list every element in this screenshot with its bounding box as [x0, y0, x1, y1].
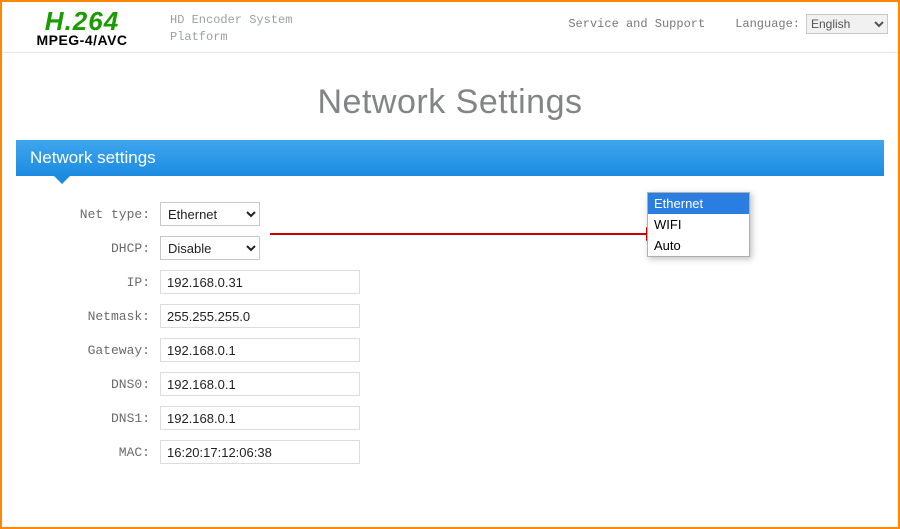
dns1-input[interactable] — [160, 406, 360, 430]
label-netmask: Netmask: — [20, 309, 160, 324]
gateway-input[interactable] — [160, 338, 360, 362]
label-net-type: Net type: — [20, 207, 160, 222]
dhcp-select[interactable]: Disable — [160, 236, 260, 260]
net-type-dropdown-popup[interactable]: Ethernet WIFI Auto — [647, 192, 750, 257]
header-right: Service and Support Language: English — [568, 14, 888, 34]
net-type-option-wifi[interactable]: WIFI — [648, 214, 749, 235]
row-mac: MAC: — [20, 440, 898, 464]
logo-sub: MPEG-4/AVC — [12, 32, 152, 48]
mac-input[interactable] — [160, 440, 360, 464]
section-header-text: Network settings — [30, 148, 156, 167]
service-support-link[interactable]: Service and Support — [568, 17, 705, 31]
label-dns0: DNS0: — [20, 377, 160, 392]
system-title-line1: HD Encoder System — [170, 12, 292, 29]
network-form: Net type: Ethernet DHCP: Disable IP: Net… — [16, 202, 898, 464]
row-net-type: Net type: Ethernet — [20, 202, 898, 226]
row-gateway: Gateway: — [20, 338, 898, 362]
page-title-wrap: Network Settings — [2, 83, 898, 122]
label-dns1: DNS1: — [20, 411, 160, 426]
row-dns1: DNS1: — [20, 406, 898, 430]
label-mac: MAC: — [20, 445, 160, 460]
app-window: H.264 MPEG-4/AVC HD Encoder System Platf… — [0, 0, 900, 529]
net-type-option-ethernet[interactable]: Ethernet — [648, 193, 749, 214]
logo-main: H.264 — [12, 8, 152, 34]
language-label: Language: — [735, 17, 800, 31]
language-select[interactable]: English — [806, 14, 888, 34]
section-header: Network settings — [16, 140, 884, 176]
label-ip: IP: — [20, 275, 160, 290]
ip-input[interactable] — [160, 270, 360, 294]
logo: H.264 MPEG-4/AVC — [12, 8, 152, 48]
row-ip: IP: — [20, 270, 898, 294]
dns0-input[interactable] — [160, 372, 360, 396]
system-title: HD Encoder System Platform — [170, 12, 292, 46]
row-netmask: Netmask: — [20, 304, 898, 328]
label-dhcp: DHCP: — [20, 241, 160, 256]
label-gateway: Gateway: — [20, 343, 160, 358]
language-wrap: Language: English — [735, 14, 888, 34]
row-dhcp: DHCP: Disable — [20, 236, 898, 260]
page-title: Network Settings — [304, 83, 597, 122]
system-title-line2: Platform — [170, 29, 292, 46]
net-type-select[interactable]: Ethernet — [160, 202, 260, 226]
header-bar: H.264 MPEG-4/AVC HD Encoder System Platf… — [2, 2, 898, 53]
netmask-input[interactable] — [160, 304, 360, 328]
row-dns0: DNS0: — [20, 372, 898, 396]
annotation-arrow-line — [270, 233, 648, 235]
net-type-option-auto[interactable]: Auto — [648, 235, 749, 256]
